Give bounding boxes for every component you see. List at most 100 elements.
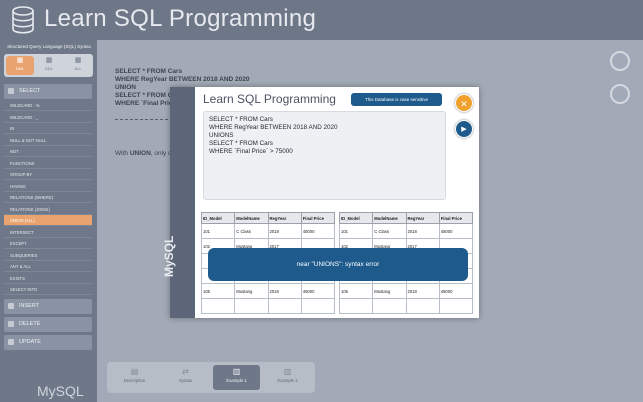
table-cell: 45000 (300, 283, 336, 299)
section-icon (8, 339, 14, 345)
query-line: SELECT * FROM Cars (209, 140, 273, 147)
app-window: Learn SQL Programming Structured Query L… (0, 0, 643, 402)
tab-label: Syntax (178, 378, 193, 383)
segment-all[interactable]: ▦ ALL (64, 56, 92, 75)
segment-dml[interactable]: ▦ DML (6, 56, 34, 75)
column-header: RegYear (267, 212, 302, 224)
sql-line: WHERE RegYear BETWEEN 2018 AND 2020 (115, 76, 250, 83)
table-cell: 101 (338, 223, 374, 239)
section-label: DELETE (19, 321, 41, 327)
menu-item[interactable]: FUNCTIONS (4, 158, 92, 169)
menu-item[interactable]: WILDCARD : _ (4, 112, 92, 123)
example-icon: ▥ (232, 367, 241, 376)
menu-item[interactable]: INTERSECT (4, 227, 92, 238)
query-modal: MySQL Learn SQL Programming This Databas… (162, 87, 479, 318)
menu-item-selected[interactable]: UNION (ALL) (4, 215, 92, 226)
menu-item[interactable]: EXISTS (4, 273, 92, 284)
note-bold: UNION (129, 150, 151, 157)
table-cell (300, 298, 336, 314)
case-sensitive-badge: This Database is case sensitive (351, 93, 442, 106)
table-cell (405, 298, 440, 314)
column-header: RegYear (405, 212, 440, 224)
menu-item[interactable]: SUBQUERIES (4, 250, 92, 261)
menu-item[interactable]: NULL & NOT NULL (4, 135, 92, 146)
section-label: INSERT (19, 303, 40, 309)
command-type-segmented-control: ▦ DML ▦ DDL ▦ ALL (4, 54, 93, 77)
tab-label: Example 1 (226, 378, 247, 383)
menu-item[interactable]: IN (4, 123, 92, 134)
description-icon: ▤ (130, 367, 139, 376)
table-cell: 2018 (267, 223, 302, 239)
table-cell: 101 (200, 223, 236, 239)
tab-description[interactable]: ▤ Description (111, 365, 158, 390)
query-editor[interactable]: SELECT * FROM Cars WHERE RegYear BETWEEN… (203, 111, 446, 200)
note-prefix: With (115, 150, 130, 157)
table-cell (372, 298, 407, 314)
table-cell (234, 298, 269, 314)
sql-line: SELECT * FROM Cars (115, 68, 183, 75)
menu-item[interactable]: EXCEPT (4, 238, 92, 249)
rail-logo: MySQL (162, 235, 176, 277)
section-update[interactable]: UPDATE (4, 335, 92, 350)
close-button[interactable]: ✕ (455, 94, 473, 112)
section-insert[interactable]: INSERT (4, 299, 92, 314)
segment-label: ALL (74, 66, 82, 71)
app-header: Learn SQL Programming (0, 0, 643, 40)
menu-item[interactable]: WILDCARD : % (4, 100, 92, 111)
tab-example-1[interactable]: ▥ Example 1 (213, 365, 260, 390)
sql-line: UNION (115, 84, 136, 91)
menu-item[interactable]: NOT (4, 146, 92, 157)
menu-item[interactable]: RELATIONS (WHERE) (4, 192, 92, 203)
menu-item[interactable]: RELATIONS (JOINS) (4, 204, 92, 215)
table-cell: Mustang (234, 283, 269, 299)
syntax-icon: ⇄ (182, 367, 189, 376)
table-cell: 45000 (300, 223, 336, 239)
table-cell: 45000 (438, 223, 474, 239)
section-select[interactable]: SELECT (4, 84, 92, 99)
query-line: SELECT * FROM Cars (209, 116, 273, 123)
run-button[interactable]: ▶ (455, 120, 473, 138)
play-icon[interactable] (610, 84, 630, 104)
column-header: Final Price (438, 212, 474, 224)
tab-syntax[interactable]: ⇄ Syntax (162, 365, 209, 390)
play-icon: ▶ (461, 126, 467, 133)
table-cell: 2018 (405, 283, 440, 299)
table-header-row: ID_Model ModelName RegYear Final Price (200, 212, 336, 224)
table-cell: 2018 (405, 223, 440, 239)
table-row (338, 298, 474, 314)
table-header-row: ID_Model ModelName RegYear Final Price (338, 212, 474, 224)
query-line: WHERE RegYear BETWEEN 2018 AND 2020 (209, 124, 338, 131)
menu-item[interactable]: SELECT INTO (4, 284, 92, 295)
segment-ddl[interactable]: ▦ DDL (35, 56, 63, 75)
tab-example-2[interactable]: ▥ Example 2 (264, 365, 311, 390)
section-icon (8, 321, 14, 327)
segment-label: DML (15, 66, 25, 71)
menu-item[interactable]: HAVING (4, 181, 92, 192)
sidebar-logo: MySQL (37, 383, 84, 399)
table-cell: 105 (338, 283, 374, 299)
table-cell (438, 298, 474, 314)
divider (115, 119, 173, 120)
modal-rail: MySQL (162, 87, 195, 318)
table-row: 101 C Class 2018 45000 (200, 223, 336, 239)
section-label: UPDATE (19, 339, 41, 345)
segment-label: DDL (44, 66, 53, 71)
sidebar: Structured Query Language (SQL) Syntax ▦… (0, 40, 97, 402)
note-rest: , only d (150, 150, 172, 157)
menu-item[interactable]: ANY & ALL (4, 261, 92, 272)
sidebar-subtitle: Structured Query Language (SQL) Syntax (7, 44, 91, 49)
table-cell: 2018 (267, 283, 302, 299)
grid-icon: ▦ (74, 57, 82, 64)
column-header: Final Price (300, 212, 336, 224)
table-row: 105 Mustang 2018 45000 (338, 283, 474, 299)
modal-title: Learn SQL Programming (203, 92, 336, 106)
section-delete[interactable]: DELETE (4, 317, 92, 332)
menu-item[interactable]: GROUP BY (4, 169, 92, 180)
close-icon[interactable] (610, 51, 630, 71)
column-header: ModelName (234, 212, 269, 224)
table-row: 101 C Class 2018 45000 (338, 223, 474, 239)
sql-line: WHERE `Final Price (115, 100, 177, 107)
table-cell: 45000 (438, 283, 474, 299)
error-message: near "UNIONS": syntax error (208, 248, 468, 281)
explanation-text: With UNION, only d (115, 150, 172, 157)
